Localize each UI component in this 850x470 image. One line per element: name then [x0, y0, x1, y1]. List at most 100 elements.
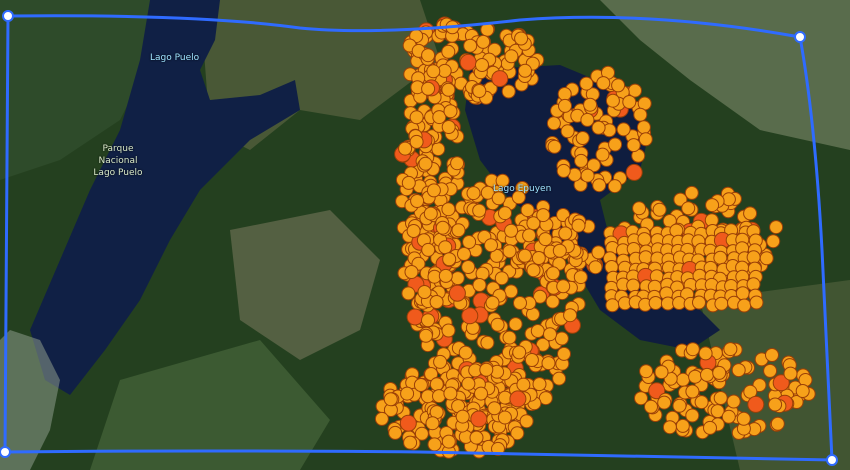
fire-point-icon[interactable] — [443, 386, 458, 401]
fire-point-icon[interactable] — [461, 376, 476, 391]
fire-point-icon[interactable] — [418, 328, 433, 343]
fire-point-icon[interactable] — [530, 324, 545, 338]
fire-point-icon[interactable] — [487, 401, 502, 416]
fire-point-icon[interactable] — [558, 98, 572, 113]
fire-point-icon[interactable] — [426, 64, 441, 79]
fire-point-icon[interactable] — [637, 232, 652, 247]
fire-point-icon[interactable] — [638, 250, 653, 265]
fire-point-icon[interactable] — [504, 284, 519, 299]
fire-point-icon[interactable] — [546, 266, 561, 281]
fire-point-icon[interactable] — [662, 420, 677, 435]
fire-point-icon[interactable] — [497, 410, 512, 425]
fire-point-icon[interactable] — [450, 271, 465, 286]
fire-point-icon[interactable] — [463, 38, 478, 53]
fire-point-icon[interactable] — [560, 124, 575, 139]
fire-point-icon[interactable] — [681, 201, 696, 216]
fire-point-icon[interactable] — [633, 107, 648, 122]
fire-point-icon[interactable] — [552, 371, 567, 386]
fire-point-icon[interactable] — [448, 284, 466, 302]
fire-point-icon[interactable] — [516, 377, 531, 392]
fire-point-icon[interactable] — [410, 194, 425, 208]
fire-point-icon[interactable] — [532, 377, 547, 392]
vertex-handle-icon[interactable] — [826, 454, 838, 466]
fire-point-icon[interactable] — [547, 139, 562, 154]
fire-point-icon[interactable] — [557, 346, 571, 361]
fire-point-icon[interactable] — [574, 153, 589, 168]
fire-point-icon[interactable] — [714, 296, 729, 311]
fire-point-icon[interactable] — [472, 84, 487, 98]
fire-point-icon[interactable] — [469, 430, 484, 445]
fire-point-icon[interactable] — [461, 260, 476, 274]
fire-point-icon[interactable] — [749, 295, 764, 310]
fire-point-icon[interactable] — [418, 156, 433, 171]
fire-point-icon[interactable] — [684, 185, 699, 200]
fire-point-icon[interactable] — [398, 141, 413, 156]
fire-point-icon[interactable] — [425, 416, 440, 431]
fire-point-icon[interactable] — [605, 298, 620, 313]
fire-point-icon[interactable] — [441, 202, 456, 217]
fire-point-icon[interactable] — [595, 147, 610, 162]
fire-point-icon[interactable] — [611, 78, 626, 93]
fire-point-icon[interactable] — [504, 49, 519, 64]
fire-point-icon[interactable] — [685, 342, 700, 357]
fire-point-icon[interactable] — [575, 131, 590, 145]
fire-point-icon[interactable] — [538, 232, 553, 247]
fire-point-icon[interactable] — [401, 286, 416, 301]
fire-point-icon[interactable] — [438, 240, 453, 255]
fire-point-icon[interactable] — [474, 386, 488, 401]
fire-point-icon[interactable] — [441, 82, 456, 97]
fire-point-icon[interactable] — [504, 223, 519, 238]
fire-point-icon[interactable] — [558, 226, 573, 241]
fire-point-icon[interactable] — [450, 156, 465, 171]
fire-point-icon[interactable] — [466, 186, 481, 201]
fire-point-icon[interactable] — [571, 218, 586, 233]
fire-point-icon[interactable] — [490, 317, 505, 332]
fire-point-icon[interactable] — [531, 251, 546, 265]
fire-point-icon[interactable] — [644, 399, 658, 414]
fire-point-icon[interactable] — [406, 308, 424, 326]
fire-point-icon[interactable] — [636, 120, 651, 135]
fire-point-icon[interactable] — [541, 356, 556, 371]
fire-point-icon[interactable] — [480, 335, 495, 350]
fire-point-icon[interactable] — [524, 353, 539, 367]
fire-point-icon[interactable] — [703, 420, 717, 435]
fire-point-icon[interactable] — [479, 362, 494, 377]
fire-point-icon[interactable] — [441, 120, 456, 134]
fire-point-icon[interactable] — [737, 298, 752, 313]
fire-point-icon[interactable] — [731, 363, 746, 378]
fire-point-icon[interactable] — [698, 346, 713, 361]
fire-point-icon[interactable] — [501, 84, 516, 99]
fire-point-icon[interactable] — [427, 437, 442, 452]
fire-point-icon[interactable] — [485, 295, 500, 310]
fire-point-icon[interactable] — [759, 251, 774, 266]
fire-point-icon[interactable] — [421, 81, 436, 96]
fire-point-icon[interactable] — [406, 224, 421, 238]
fire-point-icon[interactable] — [580, 168, 595, 183]
fire-point-icon[interactable] — [723, 342, 738, 357]
fire-point-icon[interactable] — [502, 244, 517, 259]
vertex-handle-icon[interactable] — [0, 446, 11, 458]
fire-point-icon[interactable] — [736, 411, 751, 426]
fire-point-icon[interactable] — [556, 279, 571, 294]
fire-point-icon[interactable] — [409, 134, 424, 149]
fire-point-icon[interactable] — [520, 203, 535, 218]
fire-point-icon[interactable] — [608, 137, 623, 152]
fire-point-icon[interactable] — [514, 31, 529, 46]
fire-point-icon[interactable] — [626, 278, 641, 293]
fire-point-icon[interactable] — [672, 398, 687, 413]
fire-point-icon[interactable] — [518, 63, 532, 78]
fire-point-icon[interactable] — [426, 183, 441, 198]
fire-point-icon[interactable] — [632, 201, 647, 216]
fire-point-icon[interactable] — [423, 206, 438, 221]
fire-point-icon[interactable] — [458, 345, 473, 360]
fire-point-icon[interactable] — [557, 87, 572, 101]
fire-point-icon[interactable] — [676, 372, 690, 387]
fire-point-icon[interactable] — [713, 250, 728, 265]
fire-point-icon[interactable] — [688, 369, 703, 384]
fire-point-icon[interactable] — [588, 260, 603, 275]
fire-point-icon[interactable] — [543, 327, 557, 342]
fire-point-icon[interactable] — [622, 95, 637, 109]
fire-point-icon[interactable] — [421, 242, 436, 257]
fire-point-icon[interactable] — [522, 228, 537, 243]
fire-point-icon[interactable] — [508, 317, 523, 332]
